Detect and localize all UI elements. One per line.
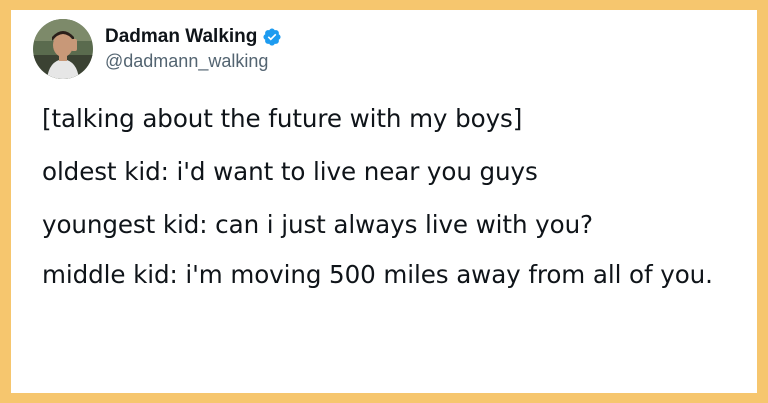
avatar[interactable] (33, 19, 93, 79)
page-border: Dadman Walking @dadmann_walking [talking… (0, 0, 768, 403)
verified-badge-icon (262, 27, 282, 47)
tweet-line: middle kid: i'm moving 500 miles away fr… (42, 260, 713, 289)
name-row: Dadman Walking (105, 26, 282, 48)
tweet-line: [talking about the future with my boys] (42, 104, 523, 133)
avatar-photo (33, 19, 93, 79)
tweet-card: Dadman Walking @dadmann_walking [talking… (11, 10, 757, 393)
tweet-line: oldest kid: i'd want to live near you gu… (42, 157, 538, 186)
tweet-text: [talking about the future with my boys] … (42, 98, 747, 293)
display-name[interactable]: Dadman Walking (105, 26, 257, 48)
author-handle[interactable]: @dadmann_walking (105, 50, 282, 72)
tweet-line: youngest kid: can i just always live wit… (42, 210, 594, 239)
author-identity: Dadman Walking @dadmann_walking (105, 26, 282, 72)
tweet-header: Dadman Walking @dadmann_walking (33, 18, 282, 80)
